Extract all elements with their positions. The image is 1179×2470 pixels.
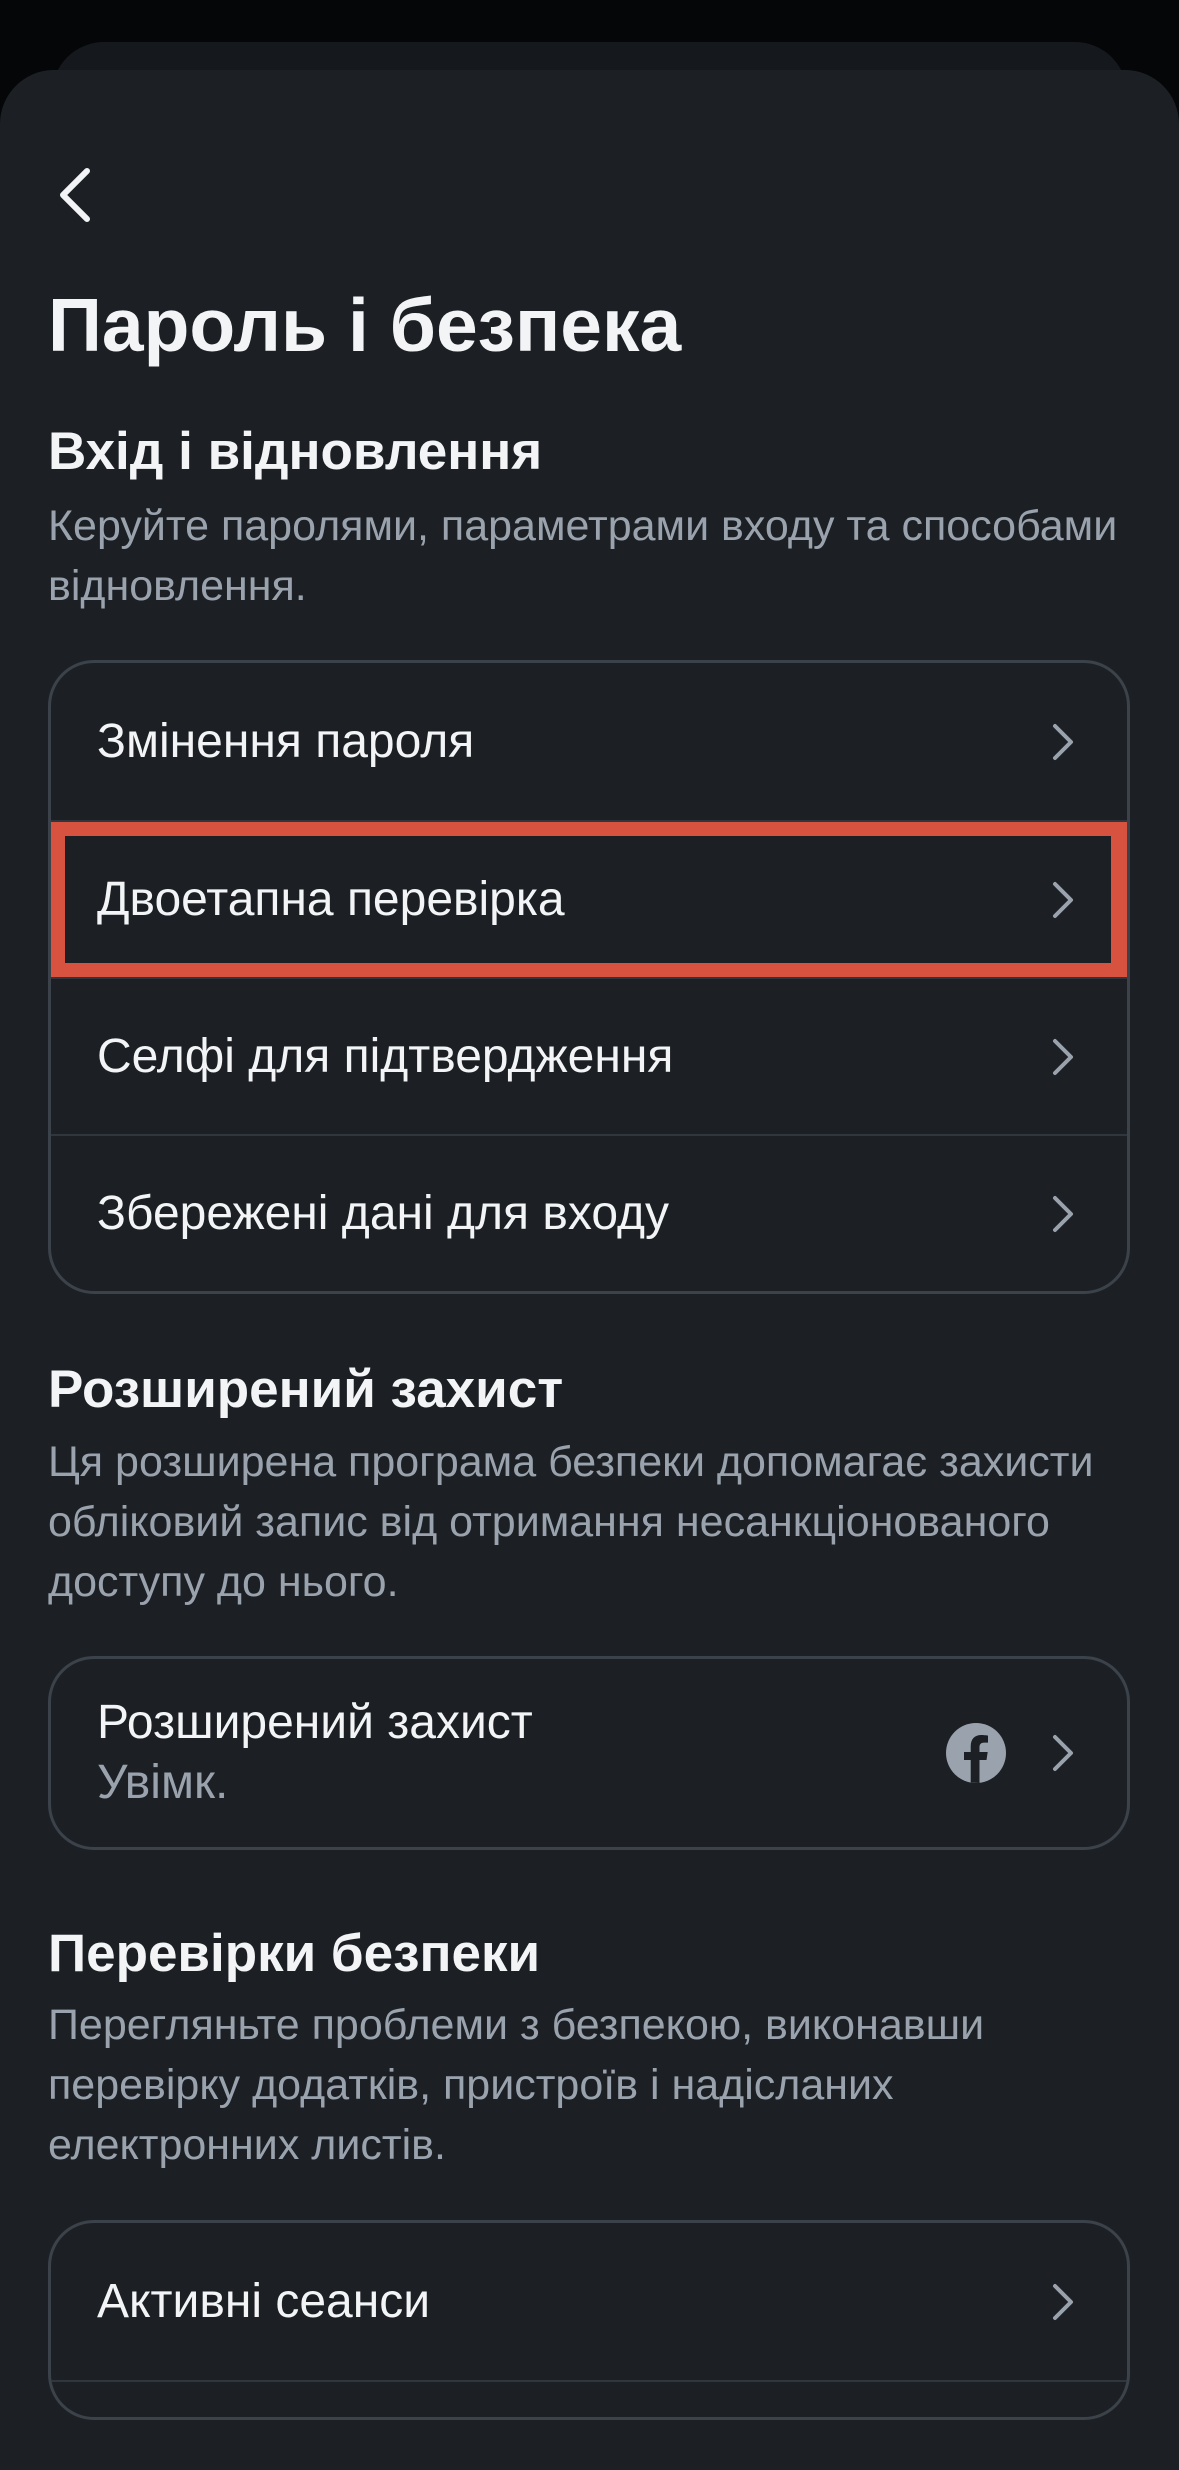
menu-item-label: Активні сеанси — [97, 2275, 431, 2328]
menu-item-label: Змінення пароля — [97, 715, 475, 768]
chevron-left-icon — [60, 168, 90, 222]
login-recovery-card: Змінення пароля Двоетапна перевірка Селф… — [48, 660, 1130, 1294]
menu-item-active-sessions[interactable]: Активні сеанси — [51, 2223, 1127, 2380]
chevron-right-icon — [1053, 1195, 1073, 1232]
section-title-login-recovery: Вхід і відновлення — [48, 422, 543, 481]
menu-item-label: Розширений захист — [97, 1696, 533, 1749]
chevron-right-icon — [1053, 723, 1073, 760]
section-description-login-recovery: Керуйте паролями, параметрами входу та с… — [48, 502, 1118, 610]
menu-item-two-step-verification[interactable]: Двоетапна перевірка — [51, 820, 1127, 977]
menu-item-selfie-verification[interactable]: Селфі для підтвердження — [51, 977, 1127, 1134]
menu-item-label: Двоетапна перевірка — [97, 873, 565, 926]
menu-item-change-password[interactable]: Змінення пароля — [51, 663, 1127, 820]
advanced-protection-card: Розширений захист Увімк. — [48, 1656, 1130, 1850]
chevron-right-icon — [1053, 2283, 1073, 2320]
menu-item-status: Увімк. — [97, 1756, 229, 1809]
page-title: Пароль і безпека — [48, 283, 682, 367]
back-button[interactable] — [40, 160, 110, 230]
menu-item-label: Збережені дані для входу — [97, 1187, 669, 1240]
menu-item-next[interactable] — [51, 2380, 1127, 2417]
chevron-right-icon — [1053, 1038, 1073, 1075]
section-description-advanced-protection: Ця розширена програма безпеки допомагає … — [48, 1438, 1094, 1606]
section-title-advanced-protection: Розширений захист — [48, 1360, 564, 1419]
chevron-right-icon — [1053, 1735, 1073, 1771]
section-description-security-checks: Перегляньте проблеми з безпекою, виконав… — [48, 2001, 985, 2169]
section-title-security-checks: Перевірки безпеки — [48, 1924, 541, 1983]
facebook-icon — [946, 1723, 1006, 1783]
security-checks-card: Активні сеанси — [48, 2220, 1130, 2420]
menu-item-advanced-protection[interactable]: Розширений захист Увімк. — [51, 1659, 1127, 1847]
chevron-right-icon — [1053, 881, 1073, 918]
menu-item-saved-login[interactable]: Збережені дані для входу — [51, 1134, 1127, 1291]
menu-item-label: Селфі для підтвердження — [97, 1030, 674, 1083]
